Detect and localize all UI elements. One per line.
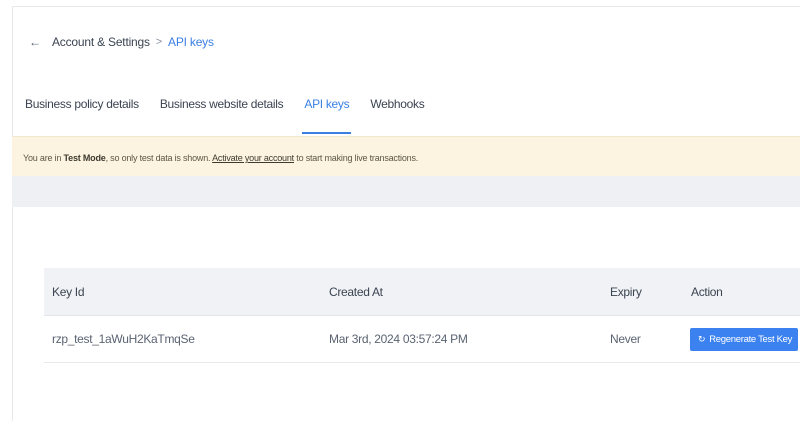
header-action: Action: [691, 284, 723, 299]
tab-webhooks[interactable]: Webhooks: [370, 92, 424, 136]
activate-account-link[interactable]: Activate your account: [212, 153, 294, 163]
api-keys-table: Key Id Created At Expiry Action rzp_test…: [44, 268, 800, 363]
banner-mode: Test Mode: [63, 153, 106, 163]
banner-prefix: You are in: [23, 153, 64, 163]
tab-business-policy-details[interactable]: Business policy details: [25, 92, 139, 136]
section-divider: [12, 176, 800, 207]
header-created-at: Created At: [329, 284, 383, 299]
table-row: rzp_test_1aWuH2KaTmqSe Mar 3rd, 2024 03:…: [44, 316, 800, 363]
regenerate-button-label: Regenerate Test Key: [709, 334, 793, 345]
breadcrumb-current: API keys: [168, 35, 214, 49]
header-key-id: Key Id: [52, 284, 85, 299]
arrow-left-icon[interactable]: ←: [29, 35, 43, 49]
breadcrumb-parent-link[interactable]: Account & Settings: [52, 35, 150, 49]
key-id-cell: rzp_test_1aWuH2KaTmqSe: [52, 332, 195, 346]
banner-middle: , so only test data is shown.: [105, 153, 213, 163]
expiry-cell: Never: [610, 332, 641, 346]
refresh-icon: ↻: [698, 334, 706, 344]
created-at-cell: Mar 3rd, 2024 03:57:24 PM: [329, 332, 468, 346]
breadcrumb-separator: >: [155, 36, 163, 48]
settings-tabs: Business policy details Business website…: [25, 92, 445, 136]
banner-suffix: to start making live transactions.: [293, 153, 419, 163]
regenerate-test-key-button[interactable]: ↻ Regenerate Test Key: [690, 328, 798, 351]
tab-api-keys[interactable]: API keys: [302, 92, 352, 136]
table-header: Key Id Created At Expiry Action: [44, 268, 800, 316]
breadcrumb: ← Account & Settings > API keys: [29, 33, 214, 51]
test-mode-banner: You are in Test Mode, so only test data …: [12, 136, 800, 176]
tab-business-website-details[interactable]: Business website details: [160, 92, 284, 136]
header-expiry: Expiry: [610, 284, 642, 299]
